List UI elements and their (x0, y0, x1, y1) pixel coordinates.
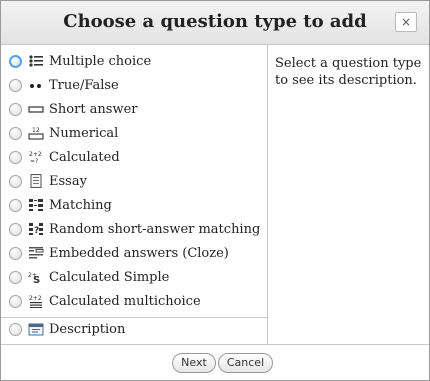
option-label: Embedded answers (Cloze) (49, 246, 229, 261)
random-matching-icon: ? (29, 223, 43, 236)
question-type-list: Multiple choice True/False Short answer … (1, 45, 268, 344)
option-calculated[interactable]: 2+2 =? Calculated (1, 146, 267, 170)
radio-button[interactable] (9, 127, 22, 140)
essay-icon (30, 174, 42, 188)
radio-button[interactable] (9, 247, 22, 260)
short-answer-icon (28, 106, 44, 113)
option-essay[interactable]: Essay (1, 170, 267, 194)
option-random-short-answer-matching[interactable]: ? Random short-answer matching (1, 218, 267, 242)
multiple-choice-icon (29, 55, 43, 67)
option-label: Numerical (49, 126, 119, 141)
svg-text:2+2: 2+2 (29, 295, 42, 302)
close-button[interactable]: × (395, 12, 417, 32)
option-true-false[interactable]: True/False (1, 74, 267, 98)
option-label: Calculated Simple (49, 270, 170, 285)
dialog-footer: Next Cancel (1, 344, 429, 381)
question-type-dialog: Choose a question type to add × Multiple… (0, 0, 430, 381)
option-label: Random short-answer matching (49, 222, 261, 237)
calculated-simple-icon: 2+ S (28, 272, 40, 284)
cancel-button[interactable]: Cancel (218, 353, 273, 373)
option-multiple-choice[interactable]: Multiple choice (1, 50, 267, 74)
option-label: True/False (49, 78, 119, 93)
matching-icon (29, 199, 43, 211)
option-numerical[interactable]: 12 Numerical (1, 122, 267, 146)
option-label: Description (49, 322, 126, 337)
radio-button[interactable] (9, 223, 22, 236)
option-short-answer[interactable]: Short answer (1, 98, 267, 122)
option-label: Calculated (49, 150, 120, 165)
option-description[interactable]: Description (1, 317, 267, 342)
svg-text:12: 12 (32, 127, 40, 134)
option-label: Essay (49, 174, 87, 189)
dialog-titlebar: Choose a question type to add × (1, 1, 429, 45)
svg-text:?: ? (34, 226, 39, 236)
svg-text:2+2: 2+2 (29, 151, 42, 158)
calculated-icon: 2+2 =? (29, 151, 42, 164)
option-label: Short answer (49, 102, 138, 117)
radio-button[interactable] (9, 55, 22, 68)
description-icon (28, 323, 44, 336)
option-label: Multiple choice (49, 54, 152, 69)
true-false-icon (30, 84, 41, 88)
numerical-icon: 12 (28, 127, 44, 140)
question-type-description: Select a question type to see its descri… (275, 56, 422, 88)
cloze-icon (29, 247, 44, 259)
svg-text:=?: =? (30, 158, 38, 164)
radio-button[interactable] (9, 199, 22, 212)
radio-button[interactable] (9, 103, 22, 116)
radio-button[interactable] (9, 175, 22, 188)
calculated-multichoice-icon: 2+2 (29, 295, 42, 308)
option-matching[interactable]: Matching (1, 194, 267, 218)
option-calculated-simple[interactable]: 2+ S Calculated Simple (1, 266, 267, 290)
radio-button[interactable] (9, 295, 22, 308)
option-calculated-multichoice[interactable]: 2+2 Calculated multichoice (1, 290, 267, 314)
option-label: Matching (49, 198, 112, 213)
next-button[interactable]: Next (172, 353, 216, 373)
radio-button[interactable] (9, 151, 22, 164)
option-embedded-answers-cloze[interactable]: Embedded answers (Cloze) (1, 242, 267, 266)
radio-button[interactable] (9, 79, 22, 92)
radio-button[interactable] (9, 271, 22, 284)
dialog-title: Choose a question type to add (63, 11, 367, 32)
option-label: Calculated multichoice (49, 294, 201, 309)
svg-text:S: S (33, 275, 40, 284)
radio-button[interactable] (9, 323, 22, 336)
